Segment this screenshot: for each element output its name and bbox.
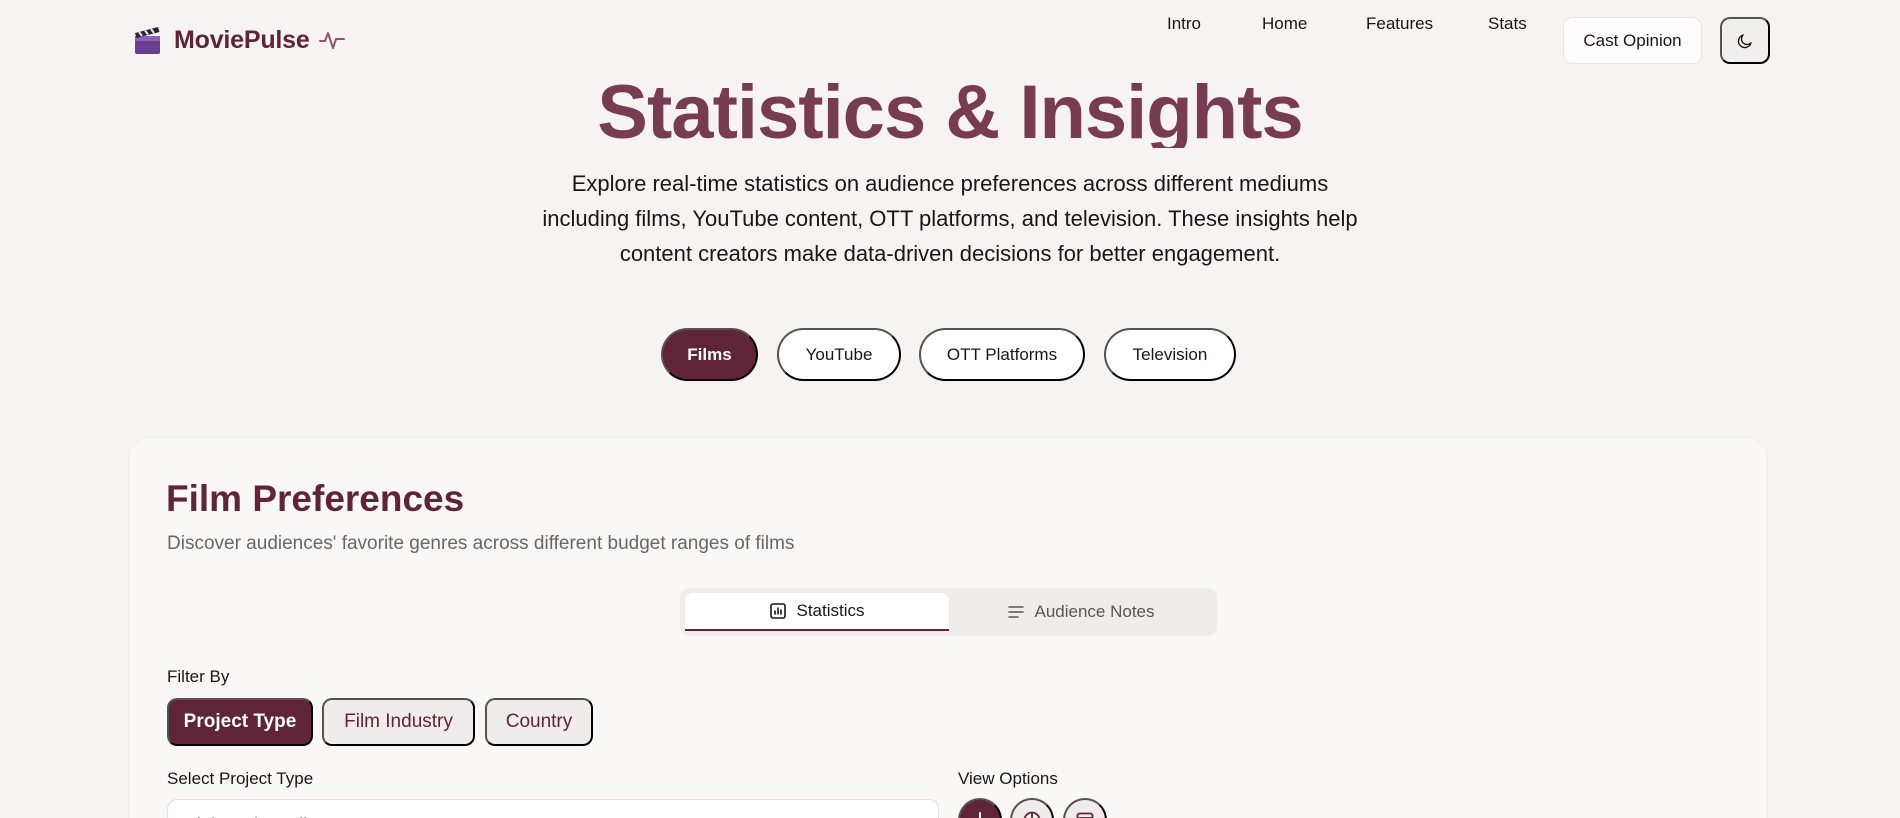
brand-logo[interactable]: MoviePulse — [133, 24, 345, 56]
tab-audience-notes-label: Audience Notes — [1034, 602, 1155, 621]
bar-chart-icon — [979, 812, 981, 818]
view-options-label: View Options — [958, 769, 1058, 788]
page-title: Statistics & Insights — [597, 70, 1303, 148]
medium-pill-ott[interactable]: OTT Platforms — [919, 328, 1085, 381]
filter-label: Filter By — [167, 667, 230, 686]
page-description: Explore real-time statistics on audience… — [542, 171, 1358, 266]
pie-chart-icon — [1023, 811, 1041, 818]
filter-film-industry[interactable]: Film Industry — [322, 698, 475, 746]
clapperboard-icon — [135, 27, 160, 54]
nav-link-features[interactable]: Features — [1366, 0, 1433, 48]
filter-country[interactable]: Country — [485, 698, 593, 746]
medium-selector: Films YouTube OTT Platforms Television — [0, 328, 1900, 381]
nav-link-home[interactable]: Home — [1262, 0, 1307, 48]
nav-link-intro[interactable]: Intro — [1167, 0, 1201, 48]
filter-project-type[interactable]: Project Type — [167, 698, 313, 746]
pulse-icon — [318, 32, 345, 49]
brand-name: MoviePulse — [174, 25, 310, 54]
medium-pill-television[interactable]: Television — [1104, 328, 1236, 381]
view-tabs: Statistics Audience Notes — [680, 588, 1217, 636]
nav-link-stats[interactable]: Stats — [1488, 0, 1527, 48]
section-subtitle: Discover audiences' favorite genres acro… — [167, 533, 795, 554]
lines-icon — [1008, 606, 1025, 618]
medium-pill-films[interactable]: Films — [661, 328, 758, 381]
select-project-type-label: Select Project Type — [167, 769, 314, 788]
medium-pill-youtube[interactable]: YouTube — [777, 328, 901, 381]
bar-chart-icon — [770, 603, 787, 619]
tab-statistics-label: Statistics — [796, 601, 865, 620]
moon-icon — [1737, 33, 1752, 48]
tab-statistics[interactable]: Statistics — [685, 593, 949, 631]
theme-toggle-button[interactable] — [1720, 17, 1770, 64]
cast-opinion-button[interactable]: Cast Opinion — [1563, 17, 1702, 64]
tab-audience-notes[interactable]: Audience Notes — [949, 593, 1213, 631]
section-title: Film Preferences — [166, 478, 465, 519]
project-type-select[interactable]: High Budget Films — [167, 799, 939, 818]
table-icon — [1076, 812, 1094, 818]
